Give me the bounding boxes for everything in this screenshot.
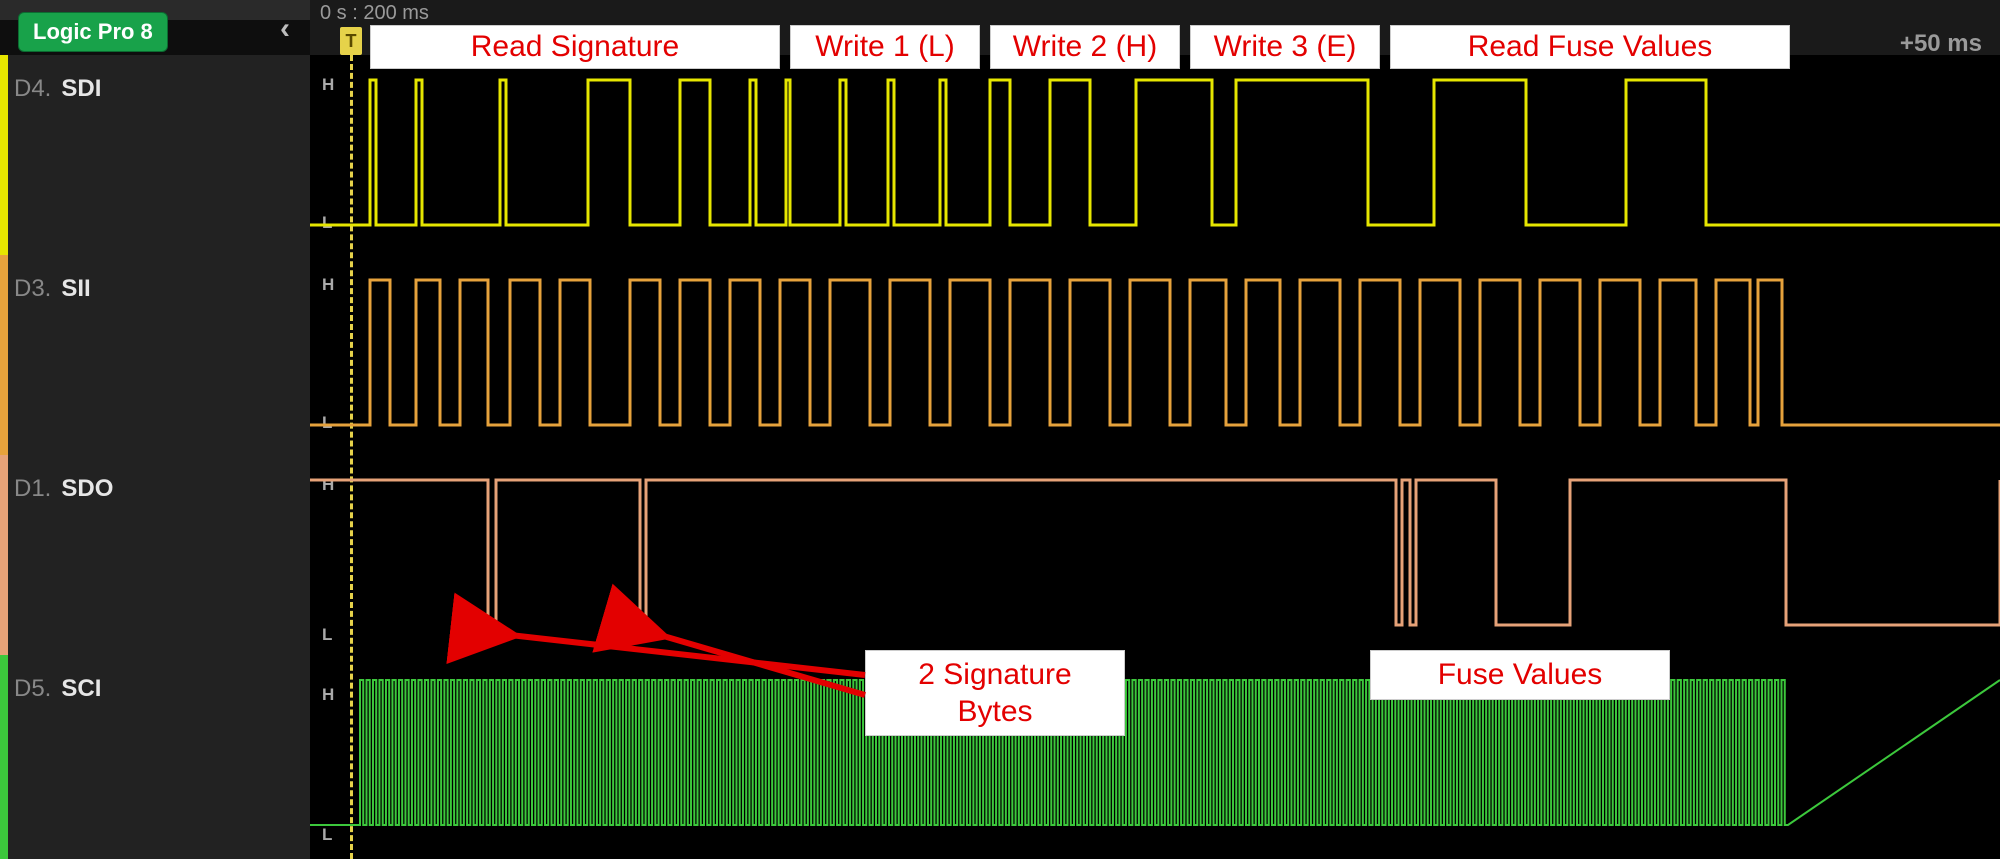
channel-row-sci[interactable]: D5. SCI (0, 665, 310, 703)
app-root: 0 s : 200 ms +50 ms Logic Pro 8 ‹ D4. SD… (0, 0, 2000, 859)
channel-name: SDO (61, 475, 113, 503)
channel-index: D5. (14, 675, 51, 703)
waveform-sdo (310, 470, 2000, 640)
annotation-text: Bytes (957, 693, 1032, 731)
channel-index: D3. (14, 275, 51, 303)
annotation-fuse-values: Fuse Values (1370, 650, 1670, 700)
channel-name: SII (61, 275, 90, 303)
waveform-sii (310, 270, 2000, 440)
channel-row-sii[interactable]: D3. SII (0, 265, 310, 303)
channel-name: SDI (61, 75, 101, 103)
channel-row-sdi[interactable]: D4. SDI (0, 65, 310, 103)
annotation-signature-bytes: 2 Signature Bytes (865, 650, 1125, 736)
annotation-text: 2 Signature (918, 656, 1071, 694)
annotation-phase: Write 3 (E) (1190, 25, 1380, 69)
waveform-sci (310, 670, 2000, 840)
channel-sidebar: D4. SDI D3. SII D1. SDO D5. SCI (0, 55, 310, 859)
waveform-canvas[interactable]: T H L H L H L H L Read SignatureWrite 1 … (310, 55, 2000, 859)
channel-name: SCI (61, 675, 101, 703)
annotation-phase: Read Signature (370, 25, 780, 69)
annotation-phase: Write 1 (L) (790, 25, 980, 69)
device-badge[interactable]: Logic Pro 8 (18, 12, 168, 52)
time-offset-label: +50 ms (1900, 30, 1982, 58)
back-chevron-icon[interactable]: ‹ (280, 12, 290, 46)
waveform-sdi (310, 70, 2000, 240)
channel-row-sdo[interactable]: D1. SDO (0, 465, 310, 503)
annotation-phase: Write 2 (H) (990, 25, 1180, 69)
channel-index: D1. (14, 475, 51, 503)
channel-index: D4. (14, 75, 51, 103)
time-origin-label: 0 s : 200 ms (320, 2, 429, 25)
trigger-flag[interactable]: T (340, 27, 362, 55)
annotation-phase: Read Fuse Values (1390, 25, 1790, 69)
